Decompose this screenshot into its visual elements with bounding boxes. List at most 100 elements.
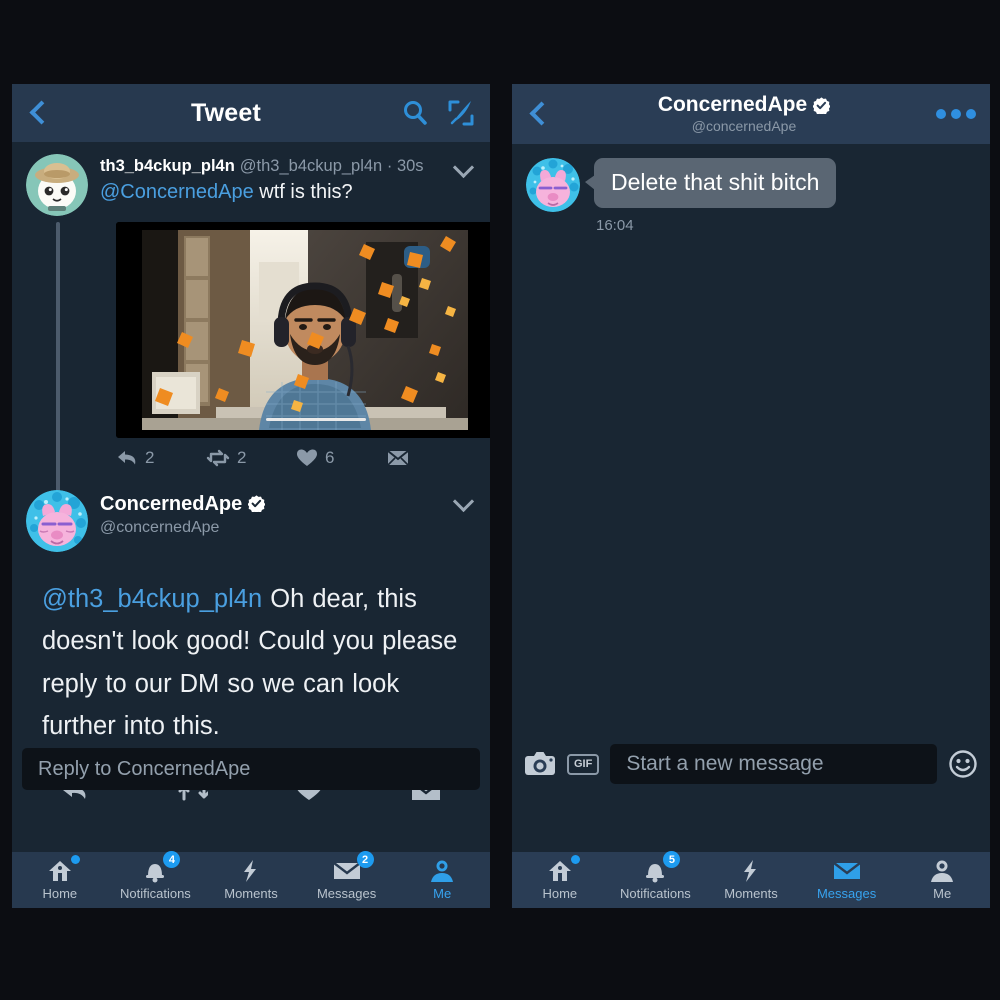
nav-label-moments: Moments [724,886,778,901]
nav-label-messages: Messages [316,886,377,901]
avatar-th3-b4ckup-pl4n[interactable] [26,154,88,216]
tweet-thread-body[interactable]: th3_b4ckup_pl4n @th3_b4ckup_pl4n · 30s @C… [12,142,490,852]
topbar-actions [400,98,476,128]
tweet-reply-item[interactable]: th3_b4ckup_pl4n @th3_b4ckup_pl4n · 30s @C… [12,142,490,468]
nav-item-home[interactable]: Home [12,855,108,901]
dm-message-row: Delete that shit bitch 16:04 [526,158,976,234]
reply-icon [118,451,136,465]
bottom-nav-right: Home 5 Notifications Moments Messages Me [512,851,990,908]
home-icon [547,855,580,883]
dm-message-list[interactable]: Delete that shit bitch 16:04 GIF Start a… [512,144,990,852]
dm-icon [387,450,409,466]
nav-item-me[interactable]: Me [894,859,990,901]
gif-button[interactable]: GIF [567,753,600,775]
author-display-name: th3_b4ckup_pl4n [100,157,235,175]
reply-action[interactable]: 2 [116,448,206,468]
nav-label-home: Home [42,886,78,901]
notifications-badge: 5 [663,851,681,868]
dm-input-placeholder[interactable]: Start a new message [626,752,823,776]
nav-item-messages[interactable]: Messages [799,859,895,901]
tweet-author-block: th3_b4ckup_pl4n @th3_b4ckup_pl4n · 30s @C… [100,154,476,205]
mention-link[interactable]: @ConcernedApe [100,181,254,203]
retweet-action[interactable]: 2 [206,448,296,468]
home-dot-badge [70,855,80,864]
page-title: Tweet [191,98,261,127]
retweet-count: 2 [237,448,247,467]
main-tweet-text-block: @th3_b4ckup_pl4n Oh dear, this doesn't l… [42,578,460,747]
nav-item-notifications[interactable]: 5 Notifications [608,851,704,901]
chevron-down-icon[interactable] [454,494,474,506]
dm-message-bubble[interactable]: Delete that shit bitch [584,158,837,208]
smiley-icon[interactable] [948,749,978,779]
envelope-icon: 2 [332,851,374,883]
tweet-action-bar: 2 2 6 [116,448,476,468]
nav-label-notifications: Notifications [119,886,191,901]
tweet-author-line: ConcernedApe [100,492,476,517]
nav-item-home[interactable]: Home [512,855,608,901]
author-handle-line: @concernedApe [100,518,476,538]
bell-icon: 4 [142,851,181,883]
tweet-header: th3_b4ckup_pl4n @th3_b4ckup_pl4n · 30s @C… [26,154,476,216]
nav-item-notifications[interactable]: 4 Notifications [108,851,204,901]
nav-label-me: Me [433,886,452,901]
tweet-video-thumbnail[interactable] [116,222,490,438]
dm-message-time: 16:04 [596,217,634,234]
avatar-concernedape[interactable] [26,490,88,552]
tweet-text: wtf is this? [259,180,353,203]
nav-label-home: Home [542,886,578,901]
more-dots-icon[interactable] [936,109,976,119]
nav-item-moments[interactable]: Moments [203,859,299,901]
home-dot-badge [570,855,580,864]
bell-icon: 5 [642,851,681,883]
bottom-nav-left: Home 4 Notifications Moments 2 Messages … [12,851,490,908]
compose-icon[interactable] [446,98,476,128]
dm-input-bar: GIF Start a new message [512,738,990,790]
tweet-detail-panel: Tweet th3_b4ckup_pl4n @th3_b4ckup_pl4n ·… [12,84,490,908]
author-handle: @concernedApe [100,519,220,536]
author-handle: @th3_b4ckup_pl4n [239,157,383,175]
retweet-icon [206,449,230,467]
reply-count: 2 [145,448,155,467]
dm-header-title-block[interactable]: ConcernedApe @concernedApe [552,93,936,134]
separator: · [386,157,393,175]
home-icon [47,855,80,883]
dm-handle: @concernedApe [691,117,797,134]
nav-label-me: Me [933,886,952,901]
nav-item-moments[interactable]: Moments [703,859,799,901]
dm-header-name-row: ConcernedApe [657,93,831,117]
nav-label-notifications: Notifications [619,886,691,901]
dm-display-name: ConcernedApe [657,93,808,117]
author-display-name: ConcernedApe [100,493,243,515]
like-count: 6 [325,448,335,467]
tweet-text-line: @ConcernedApe wtf is this? [100,179,476,205]
chevron-down-icon[interactable] [454,160,474,172]
tweet-author-line: th3_b4ckup_pl4n @th3_b4ckup_pl4n · 30s [100,156,476,177]
tweet-header: ConcernedApe @concernedApe [26,490,476,552]
nav-label-messages: Messages [816,886,877,901]
like-action[interactable]: 6 [296,448,386,468]
reply-composer[interactable]: Reply to ConcernedApe [22,748,480,790]
tweet-topbar: Tweet [12,84,490,142]
camera-icon[interactable] [524,751,556,777]
lightning-icon [738,859,764,883]
mention-link[interactable]: @th3_b4ckup_pl4n [42,585,262,613]
back-icon[interactable] [526,101,552,127]
back-icon[interactable] [26,100,52,126]
nav-item-messages[interactable]: 2 Messages [299,851,395,901]
avatar-concernedape[interactable] [526,158,580,212]
dm-conversation-panel: ConcernedApe @concernedApe Delete that s… [512,84,990,908]
person-icon [429,859,455,883]
verified-badge-icon [247,492,266,514]
dm-topbar: ConcernedApe @concernedApe [512,84,990,144]
dm-action[interactable] [386,449,476,467]
dm-messages-container: Delete that shit bitch 16:04 [512,144,990,234]
tweet-author-block: ConcernedApe @concernedApe [100,490,476,538]
messages-badge: 2 [356,851,374,868]
reply-input-placeholder[interactable]: Reply to ConcernedApe [38,758,250,781]
notifications-badge: 4 [163,851,181,868]
like-icon [297,449,317,466]
dm-message-input[interactable]: Start a new message [610,744,937,784]
envelope-icon [832,859,862,883]
nav-item-me[interactable]: Me [394,859,490,901]
search-icon[interactable] [400,98,430,128]
